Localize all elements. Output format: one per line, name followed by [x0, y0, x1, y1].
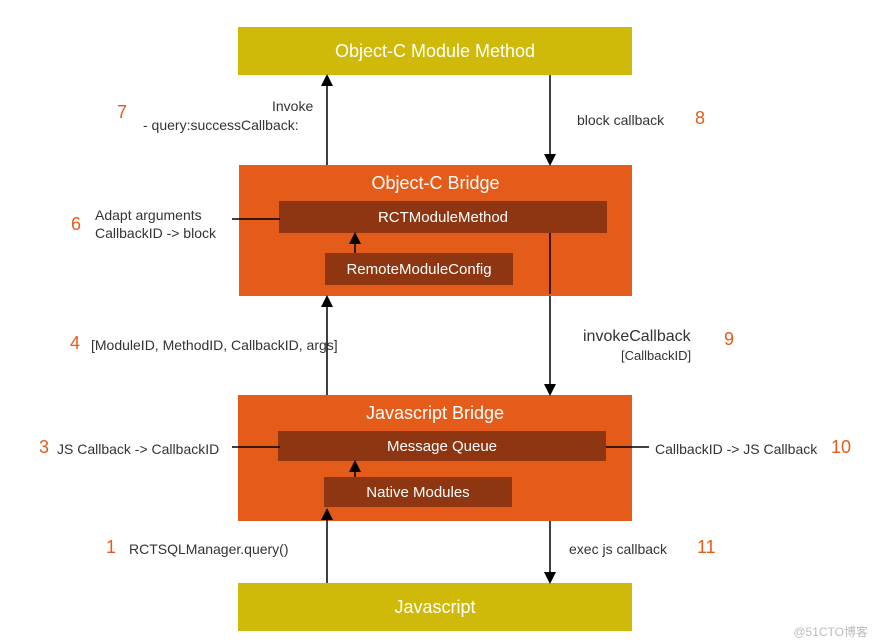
remote-module-config-box: RemoteModuleConfig: [325, 253, 513, 285]
step-11-num: 11: [697, 537, 716, 558]
watermark: @51CTO博客: [793, 623, 868, 640]
native-modules-box: Native Modules: [324, 477, 512, 507]
step-3-label: JS Callback -> CallbackID: [57, 440, 219, 459]
step-6-num: 6: [71, 214, 81, 235]
remote-module-config-label: RemoteModuleConfig: [346, 261, 491, 278]
step-6b-label: CallbackID -> block: [95, 224, 216, 243]
js-bridge-box: Javascript Bridge Message Queue Native M…: [238, 395, 632, 521]
rct-module-method-label: RCTModuleMethod: [378, 209, 508, 226]
native-modules-label: Native Modules: [366, 484, 469, 501]
step-5-num: 5: [295, 259, 305, 280]
objc-bridge-title: Object-C Bridge: [239, 173, 632, 194]
javascript-box: Javascript: [238, 583, 632, 631]
step-7a-label: Invoke: [272, 97, 313, 116]
rct-module-method-box: RCTModuleMethod: [279, 201, 607, 233]
step-1-label: RCTSQLManager.query(): [129, 540, 289, 559]
step-9a-label: invokeCallback: [583, 326, 691, 348]
step-4-num: 4: [70, 333, 80, 354]
js-bridge-title: Javascript Bridge: [238, 403, 632, 424]
step-9-num: 9: [724, 329, 734, 350]
message-queue-label: Message Queue: [387, 438, 497, 455]
step-10-label: CallbackID -> JS Callback: [655, 440, 817, 459]
step-11-label: exec js callback: [569, 540, 667, 559]
step-2-num: 2: [253, 483, 263, 504]
step-8-label: block callback: [577, 111, 664, 130]
objc-module-method-box: Object-C Module Method: [238, 27, 632, 75]
step-7b-label: - query:successCallback:: [143, 116, 299, 135]
step-6a-label: Adapt arguments: [95, 206, 202, 225]
objc-module-method-label: Object-C Module Method: [335, 41, 535, 62]
step-7-num: 7: [117, 102, 127, 123]
step-3-num: 3: [39, 437, 49, 458]
step-1-num: 1: [106, 537, 116, 558]
message-queue-box: Message Queue: [278, 431, 606, 461]
step-10-num: 10: [831, 437, 851, 458]
step-9b-label: [CallbackID]: [621, 347, 691, 365]
javascript-label: Javascript: [394, 597, 475, 618]
step-4-label: [ModuleID, MethodID, CallbackID, args]: [91, 336, 338, 355]
step-8-num: 8: [695, 108, 705, 129]
